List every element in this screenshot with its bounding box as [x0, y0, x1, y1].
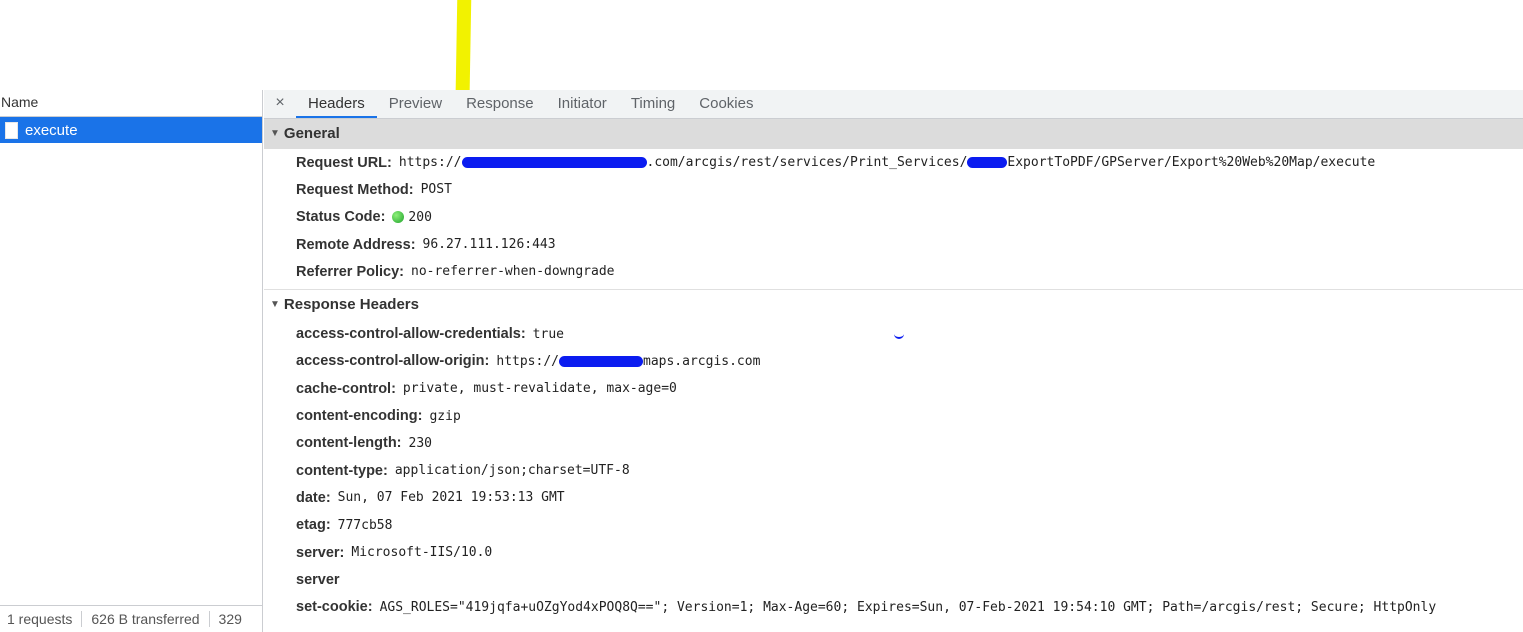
tab-response[interactable]: Response [454, 95, 546, 118]
status-code-label: Status Code: [296, 209, 386, 226]
header-value: AGS_ROLES="419jqfa+uOZgYod4xPOQ8Q=="; Ve… [379, 599, 1437, 615]
request-method-row: Request Method: POST [264, 176, 1523, 203]
redaction-scribble [967, 157, 1008, 169]
general-section-title: General [283, 125, 340, 142]
header-row: date: Sun, 07 Feb 2021 19:53:13 GMT [264, 484, 1523, 511]
header-key: set-cookie: [296, 599, 373, 616]
expand-triangle-icon: ▼ [270, 128, 280, 139]
header-row: set-cookie: AGS_ROLES="419jqfa+uOZgYod4x… [264, 593, 1523, 620]
header-value: Sun, 07 Feb 2021 19:53:13 GMT [337, 490, 565, 506]
header-row: content-length: 230 [264, 430, 1523, 457]
header-key: server: [296, 544, 345, 561]
header-key: cache-control: [296, 380, 396, 397]
tab-initiator[interactable]: Initiator [546, 95, 619, 118]
header-value: 777cb58 [337, 517, 393, 533]
referrer-policy-row: Referrer Policy: no-referrer-when-downgr… [264, 258, 1523, 285]
general-section-header[interactable]: ▼ General [264, 119, 1523, 149]
header-value: https:// maps.arcgis.com [496, 354, 760, 369]
header-value: application/json;charset=UTF-8 [394, 463, 630, 479]
request-url-row: Request URL: https:// .com/arcgis/rest/se… [264, 149, 1523, 176]
request-list-panel: Name execute 1 requests 626 B transferre… [0, 90, 263, 632]
status-code-value: 200 [408, 209, 432, 225]
request-detail-panel: × Headers Preview Response Initiator Tim… [264, 90, 1523, 632]
header-row: etag: 777cb58 [264, 512, 1523, 539]
close-icon[interactable]: × [264, 94, 296, 118]
tab-cookies[interactable]: Cookies [687, 95, 765, 118]
header-value: true [532, 326, 564, 342]
header-row-acao: access-control-allow-origin: https:// map… [264, 348, 1523, 375]
remote-address-value: 96.27.111.126:443 [422, 237, 556, 253]
header-row: server: Microsoft-IIS/10.0 [264, 539, 1523, 566]
header-key: server [296, 571, 340, 588]
header-value: gzip [429, 408, 461, 424]
header-row: cache-control: private, must-revalidate,… [264, 375, 1523, 402]
network-status-bar: 1 requests 626 B transferred 329 [0, 605, 262, 632]
acao-prefix: https:// [496, 353, 559, 369]
header-value: Microsoft-IIS/10.0 [351, 545, 493, 560]
request-url-suffix: ExportToPDF/GPServer/Export%20Web%20Map/… [1007, 155, 1376, 171]
document-icon [5, 121, 18, 139]
header-key: content-encoding: [296, 408, 423, 425]
request-method-label: Request Method: [296, 181, 414, 198]
tab-preview[interactable]: Preview [377, 95, 454, 118]
request-url-label: Request URL: [296, 154, 392, 171]
response-headers-section-header[interactable]: ▼ Response Headers [264, 290, 1523, 320]
header-key: content-length: [296, 435, 402, 452]
redaction-scribble [461, 157, 647, 169]
header-key: etag: [296, 517, 331, 534]
referrer-policy-value: no-referrer-when-downgrade [411, 264, 615, 280]
header-key: date: [296, 489, 331, 506]
header-value: private, must-revalidate, max-age=0 [402, 381, 677, 397]
request-count: 1 requests [0, 611, 83, 627]
header-key: content-type: [296, 462, 388, 479]
remote-address-label: Remote Address: [296, 236, 416, 253]
devtools-network-screenshot: Name execute 1 requests 626 B transferre… [0, 0, 1523, 632]
response-headers-title: Response Headers [283, 296, 419, 314]
name-column-header[interactable]: Name [0, 90, 262, 117]
acao-suffix: maps.arcgis.com [643, 353, 761, 369]
status-code-row: Status Code: 200 [264, 204, 1523, 231]
header-row: content-encoding: gzip [264, 402, 1523, 429]
request-method-value: POST [420, 182, 452, 198]
tab-headers[interactable]: Headers [296, 95, 377, 118]
request-url-mid: .com/arcgis/rest/services/Print_Services… [646, 155, 968, 171]
request-name: execute [25, 121, 78, 139]
request-row-execute[interactable]: execute [0, 117, 262, 143]
request-url-prefix: https:// [398, 155, 462, 171]
detail-tabbar: × Headers Preview Response Initiator Tim… [264, 90, 1523, 119]
header-row: server [264, 566, 1523, 593]
expand-triangle-icon: ▼ [270, 299, 280, 311]
transferred-size: 626 B transferred [82, 611, 210, 627]
referrer-policy-label: Referrer Policy: [296, 263, 404, 280]
status-ok-icon [392, 211, 405, 224]
redaction-scribble [559, 355, 643, 367]
resource-size-truncated: 329 [218, 611, 242, 627]
remote-address-row: Remote Address: 96.27.111.126:443 [264, 231, 1523, 258]
tab-timing[interactable]: Timing [619, 95, 687, 118]
request-url-value: https:// .com/arcgis/rest/services/Print_… [399, 155, 1375, 170]
header-row: content-type: application/json;charset=U… [264, 457, 1523, 484]
header-key: access-control-allow-origin: [296, 353, 490, 370]
header-key: access-control-allow-credentials: [296, 326, 526, 343]
header-value: 230 [408, 435, 432, 451]
